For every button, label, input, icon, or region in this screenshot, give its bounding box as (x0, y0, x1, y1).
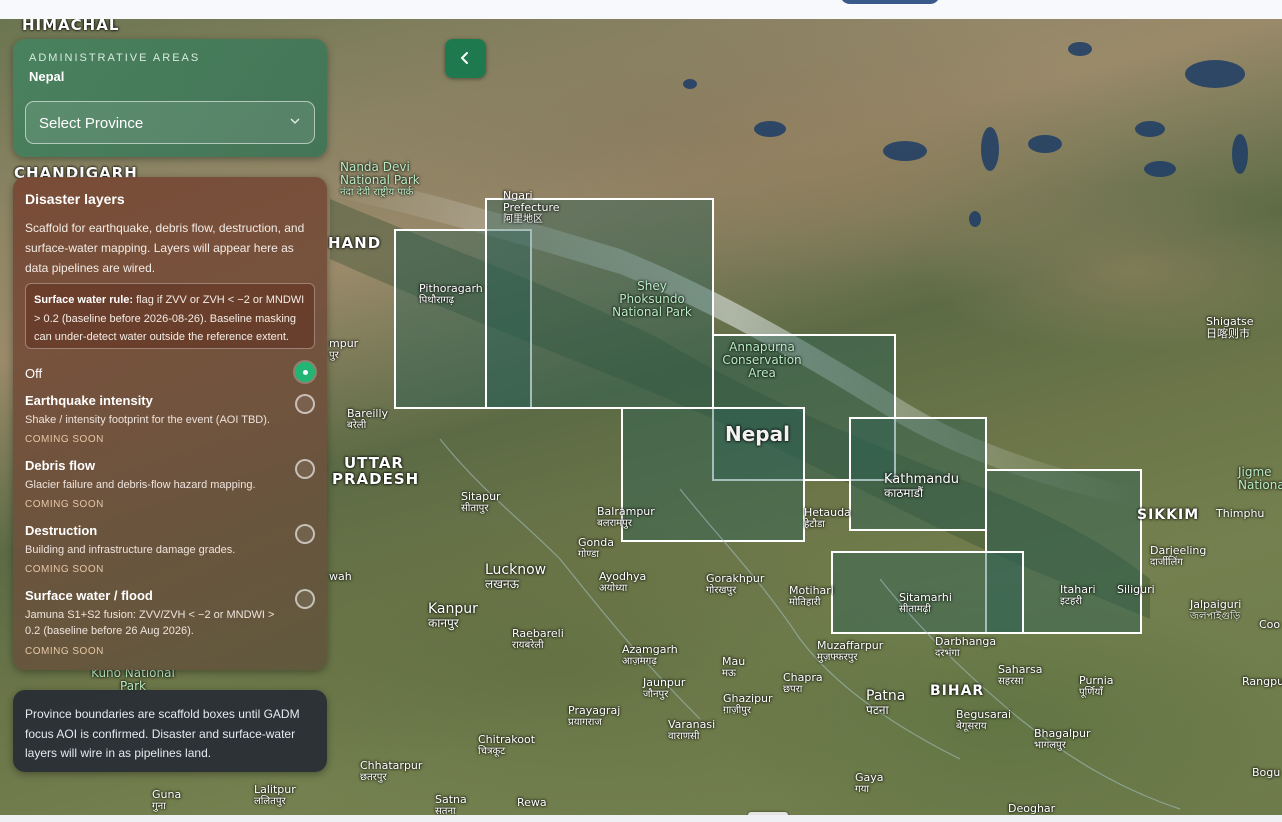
map-label-hetauda: Hetauda हेटौडा (804, 506, 851, 531)
layer-option-desc: Glacier failure and debris-flow hazard m… (25, 479, 256, 491)
map-label-bhagalpur: Bhagalpur भागलपुर (1034, 727, 1091, 752)
map-label-gonda: Gonda गोण्डा (578, 536, 614, 561)
map-label-raebareli: Raebareli रायबरेली (512, 627, 564, 652)
map-label-pithoragarh: Pithoragarh पिथौरागढ़ (419, 282, 483, 307)
map-label-gaya: Gaya गया (855, 771, 884, 796)
map-label-chitrakoot: Chitrakoot चित्रकूट (478, 733, 536, 758)
map-label-bareilly: Bareilly बरेली (347, 407, 389, 432)
map-label-jigme: Jigme National (1238, 465, 1282, 493)
map-label-patna: Patna पटना (866, 688, 906, 718)
collapse-panel-button[interactable] (445, 39, 486, 78)
map-label-varanasi: Varanasi वाराणसी (668, 718, 716, 743)
map-label-kathmandu: Kathmandu काठमाडौं (884, 472, 959, 501)
admin-areas-heading: ADMINISTRATIVE AREAS (29, 52, 201, 64)
map-label-muzaffarpur: Muzaffarpur मुज़फ्फरपुर (817, 639, 884, 664)
map-label-purnia: Purnia पूर्णियाँ (1079, 674, 1114, 699)
map-label-chhatarpur: Chhatarpur छतरपुर (360, 759, 423, 784)
map-label-jalpaiguri: Jalpaiguri জলপাইগুড়ি (1190, 598, 1242, 623)
map-label-sitapur: Sitapur सीतापुर (461, 490, 501, 515)
coming-soon-badge: COMING SOON (25, 564, 104, 575)
map-label-kanpur: Kanpur कानपुर (428, 601, 478, 631)
map-label-ngari: Ngari Prefecture 阿里地区 (503, 189, 560, 226)
map-label-ayodhya: Ayodhya अयोध्या (599, 570, 647, 595)
map-label-annapurna: Annapurna Conservation Area (722, 340, 802, 381)
map-label-chapra: Chapra छपरा (783, 671, 823, 696)
admin-areas-panel: ADMINISTRATIVE AREAS Nepal Select Provin… (13, 39, 327, 157)
map-label-rangpu: Rangpu (1242, 675, 1282, 688)
map-label-prayagraj: Prayagraj प्रयागराज (568, 704, 621, 729)
map-label-jaunpur: Jaunpur जौनपुर (643, 676, 686, 701)
map-label-lucknow: Lucknow लखनऊ (485, 562, 547, 592)
disaster-layers-description: Scaffold for earthquake, debris flow, de… (25, 221, 305, 275)
map-label-pradesh: PRADESH (332, 470, 420, 488)
map-label-sikkim: SIKKIM (1137, 507, 1200, 523)
layer-option-label: Earthquake intensity (25, 393, 153, 408)
chevron-left-icon (461, 52, 468, 64)
top-bar (0, 0, 1282, 19)
map-label-bogu: Bogu (1252, 766, 1281, 779)
layer-option-earthquake-radio[interactable] (295, 394, 315, 414)
layer-option-label: Destruction (25, 523, 98, 538)
app-root: HIMACHAL CHANDIGARH HAND Nanda Devi Nati… (0, 0, 1282, 822)
layer-option-destruction-radio[interactable] (295, 524, 315, 544)
layer-option-desc: Jamuna S1+S2 fusion: ZVV/ZVH < −2 or MND… (25, 609, 275, 637)
layer-option-label: Debris flow (25, 458, 96, 473)
map-label-lalitpur: Lalitpur ललितपुर (254, 783, 296, 808)
map-label-nepal: Nepal (725, 422, 790, 446)
province-select-value: Select Province (39, 115, 144, 132)
top-tab-indicator[interactable] (840, 0, 940, 4)
map-label-begusarai: Begusarai बेगूसराय (956, 708, 1012, 733)
map-label-mau: Mau मऊ (722, 655, 746, 680)
map-label-darjeeling: Darjeeling दार्जीलिंग (1150, 544, 1207, 569)
surface-water-rule: Surface water rule: flag if ZVV or ZVH <… (25, 283, 315, 349)
map-label-balrampur: Balrampur बलरामपुर (597, 505, 655, 530)
layer-option-flood-radio[interactable] (295, 589, 315, 609)
map-label-thimphu: Thimphu (1216, 507, 1265, 520)
lakes (683, 42, 1248, 227)
map-label-darbhanga: Darbhanga दरभंगा (935, 635, 997, 660)
layer-option-label: Surface water / flood (25, 588, 153, 603)
map-label-gorakhpur: Gorakhpur गोरखपुर (706, 572, 765, 597)
coming-soon-badge: COMING SOON (25, 434, 104, 445)
admin-country-name: Nepal (29, 69, 65, 84)
map-label-shigatse: Shigatse 日喀则市 (1206, 315, 1254, 341)
map-label-sitamarhi: Sitamarhi सीतामढ़ी (899, 591, 952, 616)
layer-option-off-label: Off (25, 366, 43, 381)
layer-option-desc: Building and infrastructure damage grade… (25, 544, 236, 556)
coming-soon-badge: COMING SOON (25, 499, 104, 510)
rule-label: Surface water rule: (34, 294, 134, 306)
disaster-layers-panel: Disaster layers Scaffold for earthquake,… (13, 177, 327, 670)
map-label-nanda-devi: Nanda Devi National Park नंदा देवी राष्ट्… (340, 160, 420, 199)
map-label-rampur: mpur पुर (329, 337, 359, 362)
layer-option-debris-radio[interactable] (295, 459, 315, 479)
map-label-deoghar: Deoghar (1008, 802, 1056, 815)
map-label-saharsa: Saharsa सहरसा (998, 663, 1043, 688)
map-label-ghazipur: Ghazipur ग़ाज़ीपुर (723, 692, 773, 717)
layer-option-desc: Shake / intensity footprint for the even… (25, 414, 270, 426)
layer-option-off-radio[interactable] (295, 362, 315, 382)
map-label-rewa: Rewa (517, 796, 547, 809)
map-label-satna: Satna सतना (435, 793, 467, 815)
map-label-bihar: BIHAR (930, 683, 985, 699)
map-label-azamgarh: Azamgarh आज़मगढ़ (622, 643, 678, 668)
map-label-himachal: HIMACHAL (22, 19, 120, 34)
disaster-layers-title: Disaster layers (25, 191, 125, 207)
map-label-shey: Shey Phoksundo National Park (612, 279, 692, 320)
map-label-hand: HAND (328, 234, 382, 252)
map-label-siliguri: Siliguri (1117, 583, 1155, 596)
map-label-motihari: Motihari मोतिहारी (789, 584, 834, 609)
map-label-coo: Coo (1259, 618, 1281, 631)
map-label-guna: Guna गुना (152, 788, 182, 813)
province-select[interactable]: Select Province (25, 101, 315, 144)
coming-soon-badge: COMING SOON (25, 646, 104, 657)
map-label-wah: wah (329, 570, 352, 583)
map-label-itahari: Itahari इटहरी (1060, 583, 1096, 608)
bottom-bar (0, 815, 1282, 822)
chevron-down-icon (290, 118, 300, 124)
scaffold-note: Province boundaries are scaffold boxes u… (13, 690, 327, 772)
